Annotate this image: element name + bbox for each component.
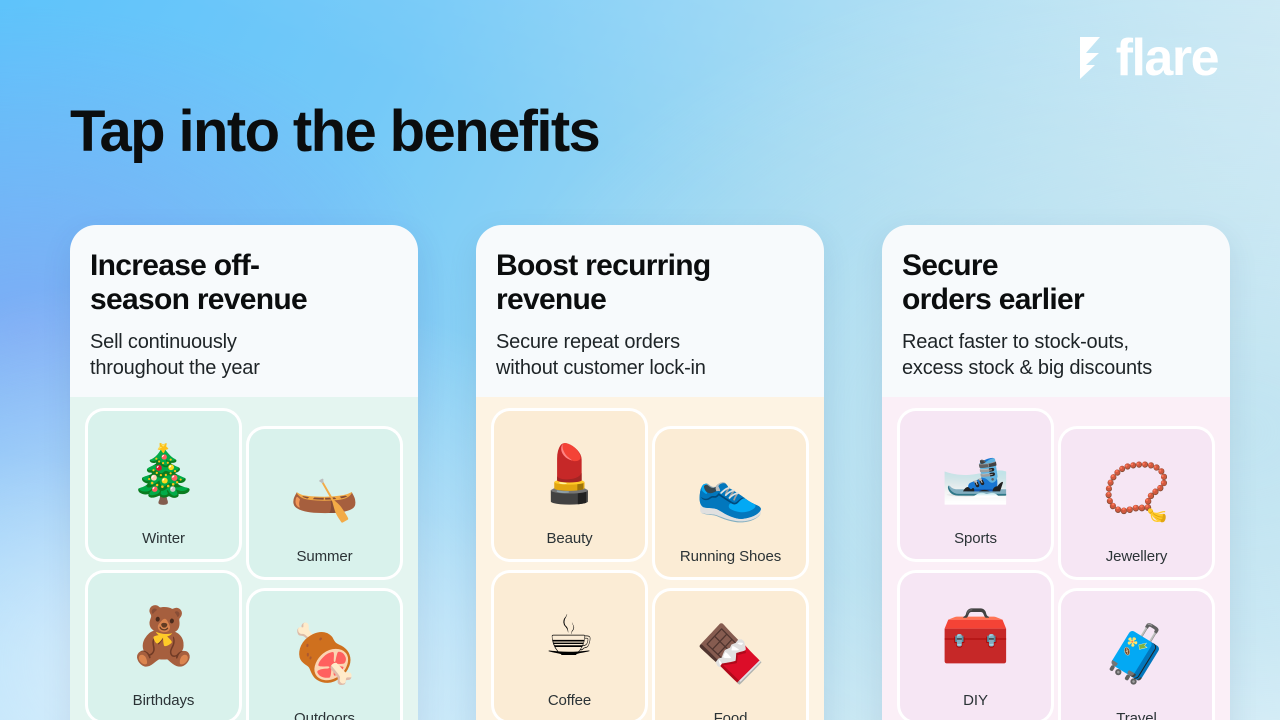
tile-column-right: 👟 Running Shoes 🍫 Food: [655, 411, 806, 720]
card-subtitle: React faster to stock-outs, excess stock…: [902, 330, 1153, 379]
tile-column-right: 📿 Jewellery 🧳 Travel: [1061, 411, 1212, 720]
tile-column-left: 🎄 Winter 🧸 Birthdays: [88, 410, 239, 720]
category-tile-beauty[interactable]: 💄 Beauty: [494, 410, 645, 559]
category-tile-travel[interactable]: 🧳 Travel: [1061, 590, 1212, 720]
card-subtitle: Secure repeat orders without customer lo…: [496, 330, 706, 379]
tile-label: Beauty: [546, 529, 593, 547]
brand-name: flare: [1115, 29, 1220, 87]
category-tile-running-shoes[interactable]: 👟 Running Shoes: [655, 428, 806, 577]
tile-label: Jewellery: [1105, 547, 1168, 565]
category-tile-outdoors[interactable]: 🍖 Outdoors: [249, 590, 400, 720]
skis-icon: 🎿: [940, 442, 1011, 508]
category-panel: 🎄 Winter 🧸 Birthdays 🛶 Summer 🍖 Outdoors: [70, 396, 418, 720]
kayak-sunglasses-icon: 🛶: [289, 460, 360, 526]
category-tile-sports[interactable]: 🎿 Sports: [900, 410, 1051, 559]
category-tile-winter[interactable]: 🎄 Winter: [88, 410, 239, 559]
tile-label: Coffee: [547, 691, 592, 709]
bbq-grill-icon: 🍖: [289, 622, 360, 688]
category-panel: 💄 Beauty ☕ Coffee 👟 Running Shoes 🍫 Food: [476, 396, 824, 720]
toy-box-icon: 🧸: [128, 604, 199, 670]
tile-label: Running Shoes: [679, 547, 782, 565]
category-tile-jewellery[interactable]: 📿 Jewellery: [1061, 428, 1212, 577]
benefit-card-secure-orders-earlier[interactable]: Secure orders earlier React faster to st…: [882, 225, 1230, 720]
tile-label: Travel: [1116, 709, 1157, 720]
tile-column-left: 💄 Beauty ☕ Coffee: [494, 410, 645, 720]
category-tile-diy[interactable]: 🧰 DIY: [900, 572, 1051, 720]
tile-column-left: 🎿 Sports 🧰 DIY: [900, 410, 1051, 720]
necklace-jewellery-icon: 📿: [1101, 460, 1172, 526]
category-tile-birthdays[interactable]: 🧸 Birthdays: [88, 572, 239, 720]
coffee-cup-icon: ☕: [544, 604, 595, 670]
tile-label: Summer: [296, 547, 353, 565]
category-tile-grid: 🎿 Sports 🧰 DIY 📿 Jewellery 🧳 Travel: [900, 410, 1212, 720]
christmas-tree-hot-water-bottle-icon: 🎄: [128, 442, 199, 508]
benefit-card-increase-off-season-revenue[interactable]: Increase off- season revenue Sell contin…: [70, 225, 418, 720]
tile-label: Outdoors: [294, 709, 355, 720]
card-subtitle: Sell continuously throughout the year: [90, 330, 260, 379]
tile-label: DIY: [963, 691, 988, 709]
tile-label: Winter: [142, 529, 185, 547]
category-panel: 🎿 Sports 🧰 DIY 📿 Jewellery 🧳 Travel: [882, 396, 1230, 720]
category-tile-grid: 🎄 Winter 🧸 Birthdays 🛶 Summer 🍖 Outdoors: [88, 410, 400, 720]
brand-logo: flare: [1076, 29, 1220, 87]
category-tile-food[interactable]: 🍫 Food: [655, 590, 806, 720]
card-header: Increase off- season revenue Sell contin…: [70, 225, 418, 381]
flare-mark-icon: [1079, 37, 1100, 79]
suitcase-icon: 🧳: [1101, 622, 1172, 688]
card-title: Increase off- season revenue: [90, 249, 308, 316]
lipstick-makeup-icon: 💄: [534, 442, 605, 508]
tile-label: Sports: [954, 529, 997, 547]
page-title: Tap into the benefits: [70, 99, 601, 164]
benefit-cards-row: Increase off- season revenue Sell contin…: [70, 225, 1230, 720]
toolbox-icon: 🧰: [940, 604, 1011, 670]
benefit-card-boost-recurring-revenue[interactable]: Boost recurring revenue Secure repeat or…: [476, 225, 824, 720]
tile-label: Birthdays: [132, 691, 195, 709]
running-shoe-icon: 👟: [695, 460, 766, 526]
card-title: Boost recurring revenue: [496, 249, 711, 316]
card-header: Boost recurring revenue Secure repeat or…: [476, 225, 824, 381]
card-header: Secure orders earlier React faster to st…: [882, 225, 1230, 381]
card-title: Secure orders earlier: [902, 249, 1085, 316]
tile-column-right: 🛶 Summer 🍖 Outdoors: [249, 411, 400, 720]
category-tile-summer[interactable]: 🛶 Summer: [249, 428, 400, 577]
category-tile-coffee[interactable]: ☕ Coffee: [494, 572, 645, 720]
category-tile-grid: 💄 Beauty ☕ Coffee 👟 Running Shoes 🍫 Food: [494, 410, 806, 720]
chocolate-bar-icon: 🍫: [695, 622, 766, 688]
tile-label: Food: [713, 709, 748, 720]
